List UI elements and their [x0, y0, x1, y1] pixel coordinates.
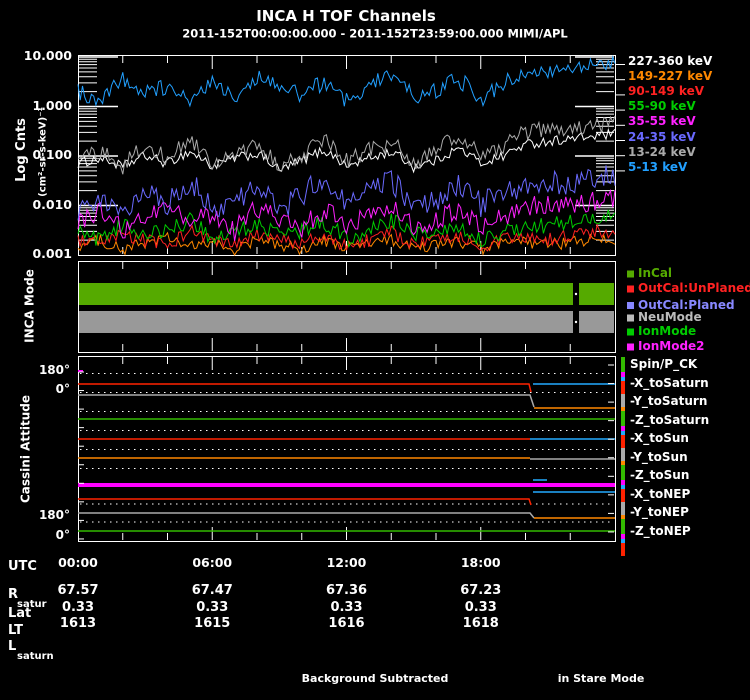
page-title: INCA H TOF Channels — [256, 6, 436, 25]
ephemeris-row-sub-l: saturn — [17, 651, 54, 662]
attitude-label--y-tonep: -Y_toNEP — [630, 505, 689, 520]
mode-label-outcal-unplaned: OutCal:UnPlaned — [638, 281, 750, 295]
stare-mode-note: in Stare Mode — [557, 671, 645, 685]
inca-tof-plot-page: INCA H TOF Channels 2011-152T00:00:00.00… — [0, 0, 750, 700]
legend-item-24-35-kev: 24-35 keV — [628, 129, 696, 144]
legend-item-149-227-kev: 149-227 keV — [628, 68, 713, 83]
attitude-label--z-tosun: -Z_toSun — [630, 468, 690, 483]
background-subtracted-note: Background Subtracted — [301, 671, 449, 685]
ephemeris-row-label-lat: Lat — [8, 606, 32, 621]
attitude-tick-label: 0° — [55, 528, 70, 542]
legend-item-13-24-kev: 13-24 keV — [628, 144, 696, 159]
legend-item-5-13-kev: 5-13 keV — [628, 159, 688, 174]
ephemeris-value: 1613 — [59, 616, 97, 631]
legend-item-35-55-kev: 35-55 keV — [628, 114, 696, 129]
mode-label-ionmode: IonMode — [638, 324, 697, 338]
counts-tick-label: 10.000 — [23, 48, 72, 63]
ephemeris-value: 67.36 — [325, 583, 368, 598]
ephemeris-row-label-l: L — [8, 639, 17, 654]
counts-tick-label: 0.100 — [32, 147, 72, 162]
ephemeris-row-label-lt: LT — [8, 623, 23, 638]
attitude-label-spin-p-ck: Spin/P_CK — [630, 357, 698, 371]
legend-item-227-360-kev: 227-360 keV — [628, 53, 713, 68]
ephemeris-value: 1616 — [328, 616, 365, 631]
attitude-tick-label: 0° — [55, 382, 70, 396]
time-range-subtitle: 2011-152T00:00:00.000 - 2011-152T23:59:0… — [182, 26, 568, 41]
utc-row-label: UTC — [8, 559, 37, 574]
ephemeris-value: 0.33 — [464, 600, 497, 615]
attitude-tick-label: 180° — [38, 363, 70, 377]
utc-tick-label: 18:00 — [460, 555, 501, 570]
counts-tick-label: 0.010 — [32, 196, 72, 212]
counts-tick-label: 1.000 — [32, 97, 72, 113]
attitude-label--x-tosun: -X_toSun — [630, 431, 689, 446]
attitude-label--y-tosaturn: -Y_toSaturn — [630, 394, 708, 409]
counts-tick-label: 0.001 — [32, 246, 72, 261]
legend-item-90-149-kev: 90-149 keV — [628, 83, 704, 98]
legend-item-55-90-kev: 55-90 keV — [628, 99, 696, 114]
ephemeris-value: 1618 — [462, 616, 499, 631]
attitude-label--z-tosaturn: -Z_toSaturn — [630, 412, 710, 427]
attitude-tick-label: 180° — [38, 508, 70, 522]
mode-label-ionmode2: IonMode2 — [638, 339, 705, 353]
ephemeris-value: 67.47 — [191, 583, 233, 598]
mode-axis-label: INCA Mode — [22, 269, 37, 343]
ephemeris-value: 0.33 — [330, 600, 363, 615]
mode-label-neumode: NeuMode — [638, 310, 702, 324]
utc-tick-label: 12:00 — [326, 555, 367, 570]
ephemeris-value: 1615 — [194, 616, 231, 631]
ephemeris-value: 67.57 — [57, 583, 99, 598]
ephemeris-value: 0.33 — [196, 600, 229, 615]
attitude-label--z-tonep: -Z_toNEP — [630, 523, 691, 538]
attitude-label--y-tosun: -Y_toSun — [630, 449, 688, 464]
attitude-label--x-tonep: -X_toNEP — [630, 486, 691, 501]
ephemeris-value: 67.23 — [460, 583, 502, 598]
attitude-axis-label: Cassini Attitude — [18, 394, 33, 504]
attitude-label--x-tosaturn: -X_toSaturn — [630, 375, 709, 390]
mode-label-incal: InCal — [638, 266, 673, 280]
utc-tick-label: 06:00 — [192, 555, 233, 570]
utc-tick-label: 00:00 — [58, 555, 98, 570]
